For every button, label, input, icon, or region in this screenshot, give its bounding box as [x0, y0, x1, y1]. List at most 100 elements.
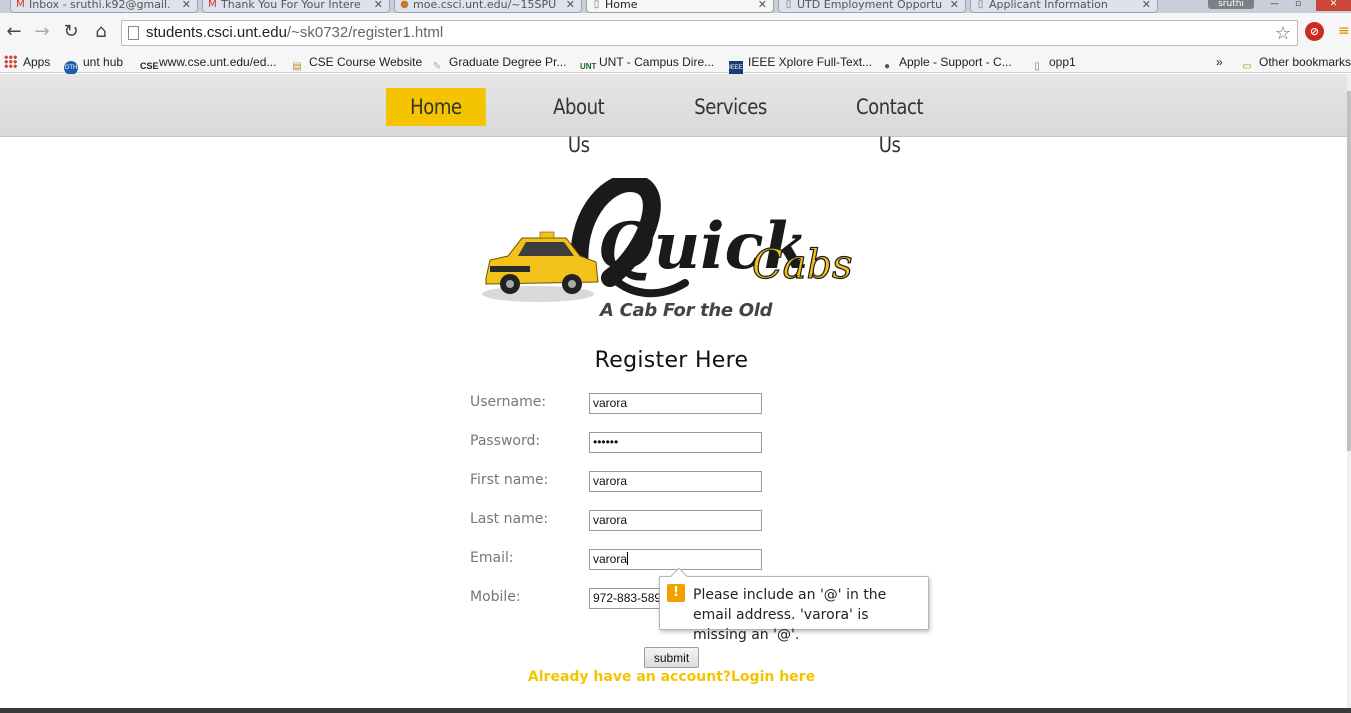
submit-button[interactable]: submit — [644, 647, 699, 668]
nav-home[interactable]: Home — [386, 88, 486, 126]
tab-title: UTD Employment Opportu — [797, 0, 943, 11]
gmail-icon: M — [16, 0, 25, 10]
gmail-icon: M — [208, 0, 217, 10]
tab-title: Applicant Information — [989, 0, 1108, 11]
folder-icon: ▤ — [292, 61, 302, 72]
web-icon: ● — [400, 0, 409, 10]
bookmark-cse[interactable]: CSEwww.cse.unt.edu/ed... — [140, 54, 277, 71]
profile-chip[interactable]: sruthi — [1208, 0, 1254, 9]
email-label: Email: — [470, 550, 514, 566]
browser-toolbar: ← → ↻ ⌂ students.csci.unt.edu/~sk0732/re… — [0, 13, 1351, 51]
apps-grid-icon — [4, 55, 17, 68]
tab-close-icon[interactable]: ✕ — [182, 0, 191, 12]
bookmark-ieee[interactable]: IEEE IEEE Xplore Full-Text... — [729, 54, 873, 75]
bookmarks-overflow[interactable]: » — [1216, 54, 1223, 70]
username-label: Username: — [470, 394, 547, 410]
bookmark-label: Apps — [23, 55, 51, 69]
page-icon — [128, 26, 139, 40]
bookmark-unt-hub[interactable]: OTH unt hub — [64, 54, 124, 75]
email-value: varora — [593, 552, 628, 566]
tab-home[interactable]: ▯ Home ✕ — [586, 0, 774, 13]
nav-services[interactable]: Services — [694, 88, 767, 126]
logo-tagline: A Cab For the Old — [600, 300, 773, 321]
apple-icon: ● — [883, 61, 891, 72]
tab-title: Inbox - sruthi.k92@gmail. — [29, 0, 171, 11]
validation-tooltip: ! Please include an '@' in the email add… — [659, 567, 929, 643]
tab-thank-you[interactable]: M Thank You For Your Intere ✕ — [202, 0, 390, 13]
url-path: /~sk0732/register1.html — [286, 24, 444, 41]
page-icon: ▯ — [593, 0, 600, 10]
tab-applicant[interactable]: ▯ Applicant Information ✕ — [970, 0, 1158, 13]
address-bar[interactable]: students.csci.unt.edu/~sk0732/register1.… — [121, 20, 1298, 46]
login-link[interactable]: Already have an account?Login here — [0, 669, 1343, 685]
page-icon: ▯ — [977, 0, 984, 10]
bookmark-label: Graduate Degree Pr... — [449, 55, 567, 69]
tab-title: Home — [605, 0, 638, 11]
adblock-icon[interactable]: ⊘ — [1305, 22, 1324, 41]
reload-icon[interactable]: ↻ — [60, 21, 82, 43]
tab-close-icon[interactable]: ✕ — [758, 0, 767, 12]
username-input[interactable]: varora — [589, 393, 762, 414]
tab-close-icon[interactable]: ✕ — [374, 0, 383, 12]
bookmark-label: Apple - Support - C... — [899, 55, 1012, 69]
password-input[interactable]: •••••• — [589, 432, 762, 453]
tab-title: Thank You For Your Intere — [221, 0, 361, 11]
warning-icon: ! — [667, 584, 685, 602]
bookmark-label: IEEE Xplore Full-Text... — [748, 55, 873, 69]
home-icon[interactable]: ⌂ — [90, 21, 112, 43]
nav-contact-us[interactable]: Contact Us — [844, 88, 935, 157]
url-host: students.csci.unt.edu — [146, 24, 287, 41]
unt-hub-icon: OTH — [64, 61, 78, 75]
tab-moe[interactable]: ● moe.csci.unt.edu/~15SPU ✕ — [394, 0, 582, 13]
last-name-label: Last name: — [470, 511, 549, 527]
bookmark-apple[interactable]: ● Apple - Support - C... — [880, 54, 1012, 72]
tab-inbox[interactable]: M Inbox - sruthi.k92@gmail. ✕ — [10, 0, 198, 13]
first-name-label: First name: — [470, 472, 549, 488]
first-name-input[interactable]: varora — [589, 471, 762, 492]
tooltip-arrow — [670, 567, 688, 585]
tab-close-icon[interactable]: ✕ — [566, 0, 575, 12]
register-title: Register Here — [594, 348, 749, 373]
cse-icon: CSE — [140, 61, 159, 71]
tab-close-icon[interactable]: ✕ — [950, 0, 959, 12]
bookmark-label: unt hub — [83, 55, 124, 69]
bookmark-label: CSE Course Website — [309, 55, 423, 69]
bookmark-graduate[interactable]: ✎ Graduate Degree Pr... — [430, 54, 567, 72]
bookmarks-bar: Apps OTH unt hub CSEwww.cse.unt.edu/ed...… — [0, 51, 1351, 75]
scrollbar-thumb[interactable] — [1347, 91, 1351, 451]
bookmark-cse-course[interactable]: ▤ CSE Course Website — [290, 54, 423, 72]
unt-icon: UNT — [580, 62, 597, 71]
ieee-icon: IEEE — [729, 61, 743, 75]
mobile-label: Mobile: — [470, 589, 521, 605]
validation-message: Please include an '@' in the email addre… — [693, 587, 887, 643]
page-content: Home About Us Services Contact Us Quick … — [0, 74, 1351, 713]
page-icon: ▯ — [785, 0, 792, 10]
nav-about-us[interactable]: About Us — [540, 88, 617, 157]
page-icon: ▯ — [1034, 61, 1040, 72]
minimize-icon[interactable]: — — [1270, 0, 1279, 9]
tab-strip: M Inbox - sruthi.k92@gmail. ✕ M Thank Yo… — [0, 0, 1351, 13]
email-input[interactable]: varora — [589, 549, 762, 570]
forward-icon[interactable]: → — [31, 21, 53, 43]
last-name-input[interactable]: varora — [589, 510, 762, 531]
site-navbar: Home About Us Services Contact Us — [0, 74, 1347, 157]
bookmark-unt-campus[interactable]: UNT UNT - Campus Dire... — [580, 54, 714, 71]
maximize-icon[interactable]: ▫ — [1295, 0, 1301, 9]
url-text: students.csci.unt.edu/~sk0732/register1.… — [146, 24, 443, 41]
back-icon[interactable]: ← — [3, 21, 25, 43]
chrome-menu-icon[interactable]: ≡ — [1338, 24, 1351, 38]
other-bookmarks[interactable]: ▭ Other bookmarks — [1240, 54, 1351, 72]
bookmark-apps[interactable]: Apps — [4, 54, 50, 70]
feather-icon: ✎ — [432, 61, 442, 72]
bookmark-label: opp1 — [1049, 55, 1076, 69]
text-caret — [627, 552, 629, 565]
bookmark-star-icon[interactable]: ☆ — [1275, 23, 1291, 44]
tab-close-icon[interactable]: ✕ — [1142, 0, 1151, 12]
bookmark-label: www.cse.unt.edu/ed... — [159, 55, 277, 69]
password-label: Password: — [470, 433, 541, 449]
bookmark-opp1[interactable]: ▯ opp1 — [1030, 54, 1076, 72]
tab-utd[interactable]: ▯ UTD Employment Opportu ✕ — [778, 0, 966, 13]
footer-bar — [0, 708, 1351, 713]
window-close-icon[interactable]: ✕ — [1316, 0, 1351, 11]
page-scrollbar[interactable] — [1347, 74, 1351, 713]
